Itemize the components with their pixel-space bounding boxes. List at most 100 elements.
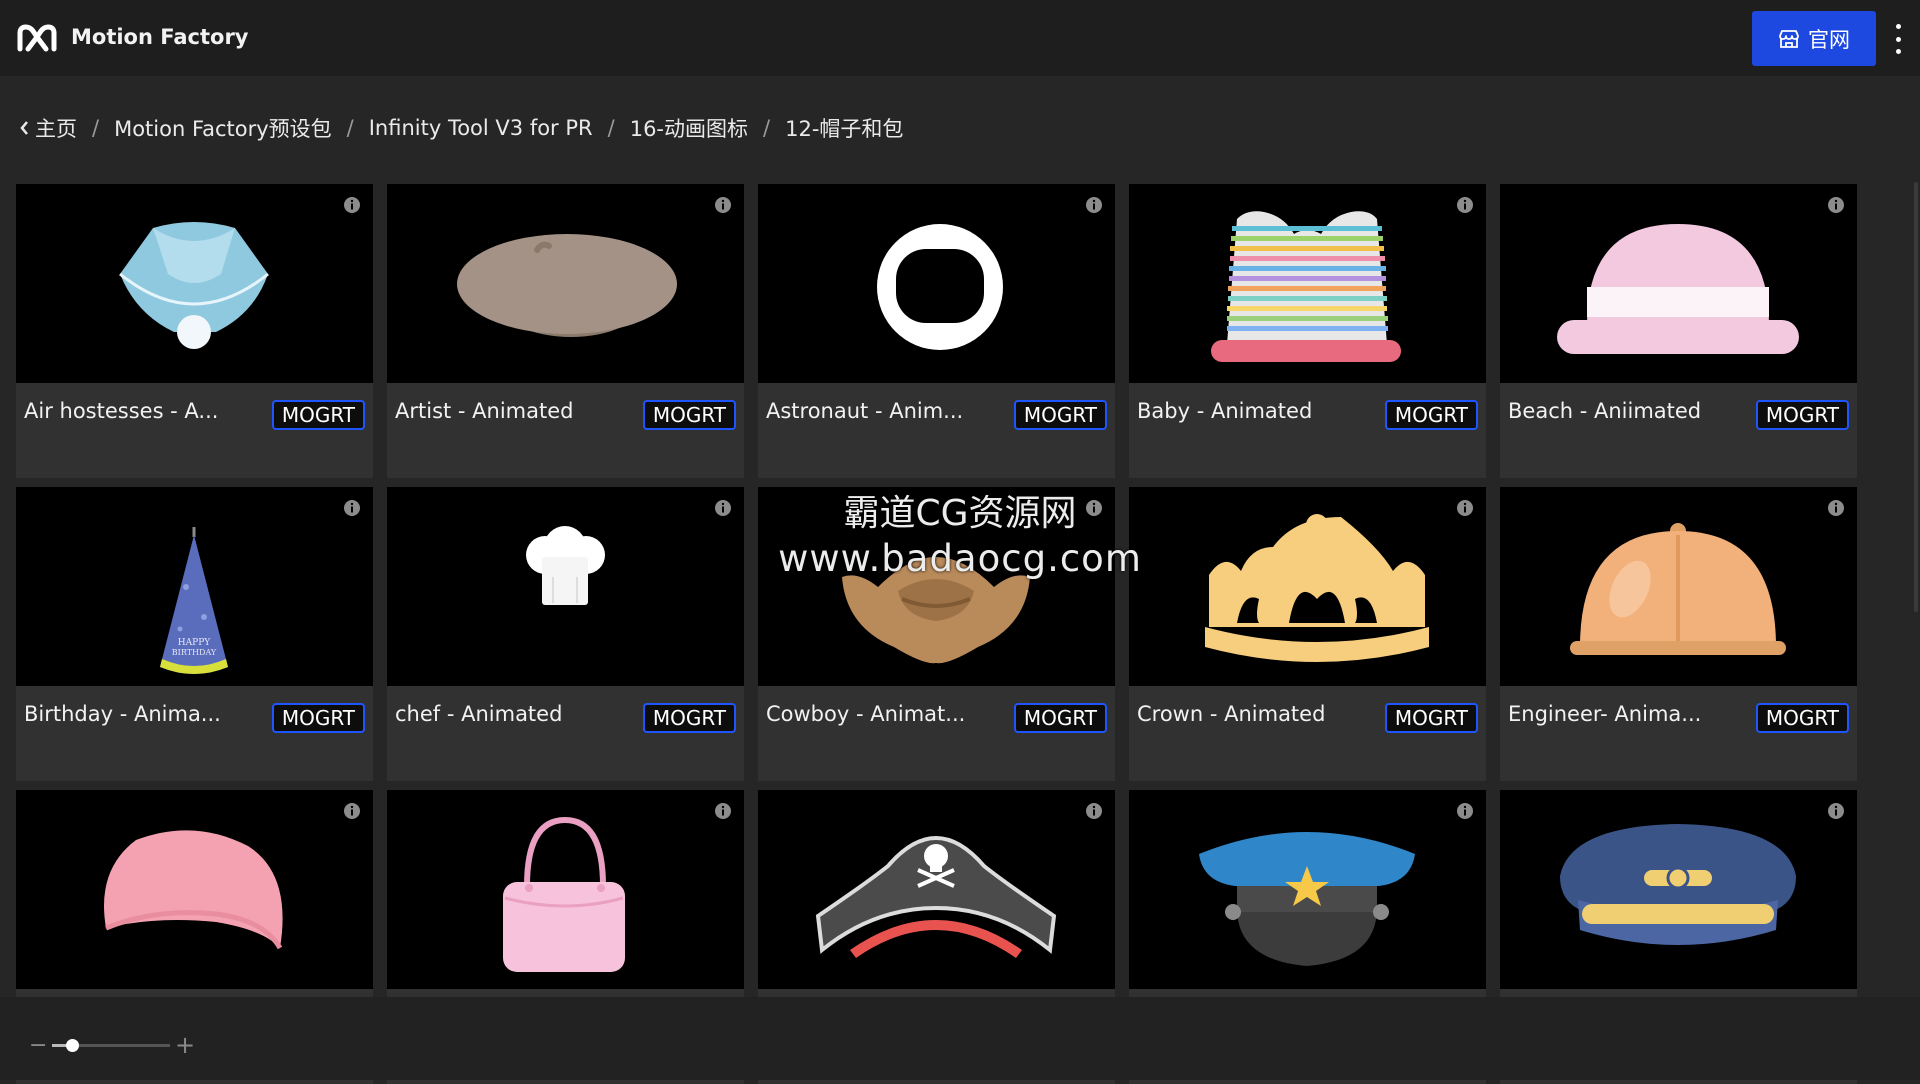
info-icon[interactable] [343,499,361,517]
preset-card[interactable]: chef - Animated MOGRT [387,487,744,781]
air-hostess-hat-icon [119,222,269,349]
preset-title: Crown - Animated [1137,702,1326,726]
preset-thumbnail[interactable] [1500,487,1857,686]
striped-baby-hat-icon [1211,211,1401,362]
zoom-out-button[interactable]: − [29,1035,47,1057]
preset-title: Cowboy - Animat... [766,702,966,726]
info-icon[interactable] [714,196,732,214]
info-icon[interactable] [1085,196,1103,214]
preset-thumbnail[interactable] [387,487,744,686]
preset-title: Astronaut - Anim... [766,399,964,423]
breadcrumb-separator: / [92,116,100,140]
motion-factory-logo-icon[interactable] [16,23,58,53]
dot-icon [1895,49,1901,54]
preset-thumbnail[interactable] [758,487,1115,686]
breadcrumb: 主页 / Motion Factory预设包 / Infinity Tool V… [20,113,903,143]
breadcrumb-separator: / [607,116,615,140]
info-icon[interactable] [1456,196,1474,214]
official-site-label: 官网 [1808,27,1850,52]
info-icon[interactable] [1456,499,1474,517]
info-icon[interactable] [1085,802,1103,820]
info-icon[interactable] [1456,802,1474,820]
preset-thumbnail[interactable] [16,790,373,989]
mogrt-button[interactable]: MOGRT [642,400,736,430]
more-options-button[interactable] [1890,24,1906,54]
pilot-cap-icon [1560,824,1796,945]
scrollbar[interactable] [1914,182,1918,612]
preset-title: chef - Animated [395,702,563,726]
preset-card[interactable]: Artist - Animated MOGRT [387,184,744,478]
cowboy-hat-icon [842,557,1030,664]
mogrt-button[interactable]: MOGRT [1755,703,1849,733]
mogrt-button[interactable]: MOGRT [1013,703,1107,733]
preset-thumbnail[interactable] [1129,790,1486,989]
info-icon[interactable] [343,802,361,820]
mogrt-button[interactable]: MOGRT [1384,703,1478,733]
pink-cap-icon [104,830,283,950]
breadcrumb-separator: / [763,116,771,140]
preset-card[interactable]: Baby - Animated MOGRT [1129,184,1486,478]
breadcrumb-hats-and-bags: 12-帽子和包 [785,117,904,141]
info-icon[interactable] [1085,499,1103,517]
bottom-bar [0,997,1920,1080]
info-icon[interactable] [1827,802,1845,820]
preset-thumbnail[interactable] [16,184,373,383]
breadcrumb-separator: / [346,116,354,140]
preset-thumbnail[interactable] [1129,184,1486,383]
preset-card[interactable]: Engineer- Anima... MOGRT [1500,487,1857,781]
dot-icon [1895,24,1901,29]
preset-card[interactable]: HAPPY BIRTHDAY Birthday - Anima... MOGRT [16,487,373,781]
preset-title: Beach - Aniimated [1508,399,1702,423]
mogrt-button[interactable]: MOGRT [1755,400,1849,430]
preset-thumbnail[interactable] [387,790,744,989]
mogrt-button[interactable]: MOGRT [1384,400,1478,430]
preset-thumbnail[interactable] [1129,487,1486,686]
top-bar: Motion Factory 官网 [0,0,1920,76]
mogrt-button[interactable]: MOGRT [271,703,365,733]
preset-thumbnail[interactable] [758,184,1115,383]
preset-title: Baby - Animated [1137,399,1313,423]
preset-thumbnail[interactable] [387,184,744,383]
preset-card[interactable]: Astronaut - Anim... MOGRT [758,184,1115,478]
preset-card[interactable]: Crown - Animated MOGRT [1129,487,1486,781]
mogrt-button[interactable]: MOGRT [642,703,736,733]
chef-hat-icon [526,526,605,605]
preset-card[interactable]: Beach - Aniimated MOGRT [1500,184,1857,478]
info-icon[interactable] [343,196,361,214]
preset-thumbnail[interactable] [1500,184,1857,383]
preset-title: Air hostesses - A... [24,399,219,423]
info-icon[interactable] [1827,499,1845,517]
mogrt-button[interactable]: MOGRT [1013,400,1107,430]
zoom-in-button[interactable]: + [175,1033,195,1057]
dot-icon [1895,36,1901,42]
preset-thumbnail[interactable]: HAPPY BIRTHDAY [16,487,373,686]
chevron-left-icon[interactable] [20,121,29,135]
breadcrumb-home[interactable]: 主页 [35,113,77,143]
beret-icon [457,234,677,337]
police-cap-icon [1199,832,1415,966]
mogrt-button[interactable]: MOGRT [271,400,365,430]
party-hat-icon: HAPPY BIRTHDAY [160,527,228,674]
official-site-button[interactable]: 官网 [1752,11,1876,66]
preset-thumbnail[interactable] [1500,790,1857,989]
breadcrumb-animated-icons[interactable]: 16-动画图标 [630,113,748,143]
info-icon[interactable] [714,499,732,517]
preset-thumbnail[interactable] [758,790,1115,989]
pirate-hat-icon [815,836,1057,958]
breadcrumb-infinity-tool[interactable]: Infinity Tool V3 for PR [369,116,593,140]
astronaut-helmet-icon [877,224,1003,350]
preset-card[interactable]: Air hostesses - A... MOGRT [16,184,373,478]
info-icon[interactable] [1827,196,1845,214]
preset-title: Artist - Animated [395,399,574,423]
zoom-slider-thumb[interactable] [66,1039,79,1052]
svg-text:BIRTHDAY: BIRTHDAY [172,648,217,657]
store-icon [1779,29,1799,48]
svg-text:HAPPY: HAPPY [178,638,211,648]
hard-hat-icon [1570,523,1786,655]
beach-hat-icon [1557,224,1799,354]
preset-card[interactable]: Cowboy - Animat... MOGRT [758,487,1115,781]
app-title: Motion Factory [71,25,249,49]
info-icon[interactable] [714,802,732,820]
breadcrumb-motion-factory-presets[interactable]: Motion Factory预设包 [114,113,332,143]
zoom-slider[interactable] [52,1039,170,1052]
